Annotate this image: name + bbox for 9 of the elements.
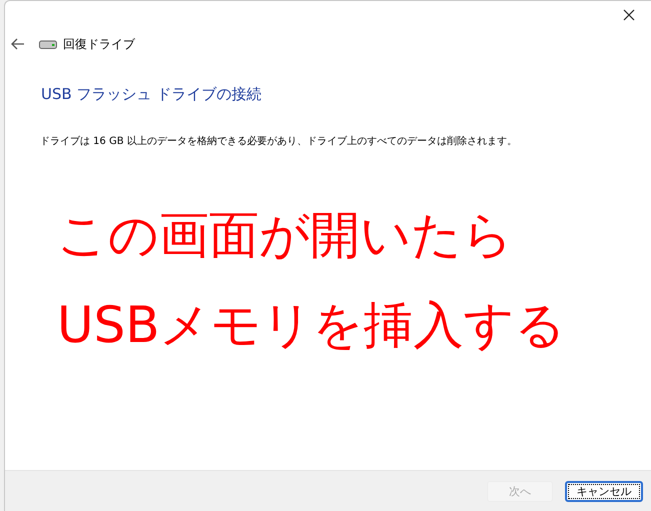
- annotation-text: USBメモリを挿入する: [57, 295, 567, 356]
- close-icon[interactable]: [623, 9, 635, 21]
- dialog-button[interactable]: キャンセル: [565, 480, 643, 502]
- description: ドライブは 16 GB 以上のデータを格納できる必要があり、ドライブ上のすべてのデータは削除されます。: [40, 134, 518, 148]
- drive-icon: [39, 39, 57, 49]
- annotation-text: この画面が開いたら: [57, 205, 514, 266]
- back-arrow-icon[interactable]: [11, 38, 25, 50]
- heading: USB フラッシュ ドライブの接続: [41, 85, 262, 104]
- window-title: 回復ドライブ: [63, 36, 135, 52]
